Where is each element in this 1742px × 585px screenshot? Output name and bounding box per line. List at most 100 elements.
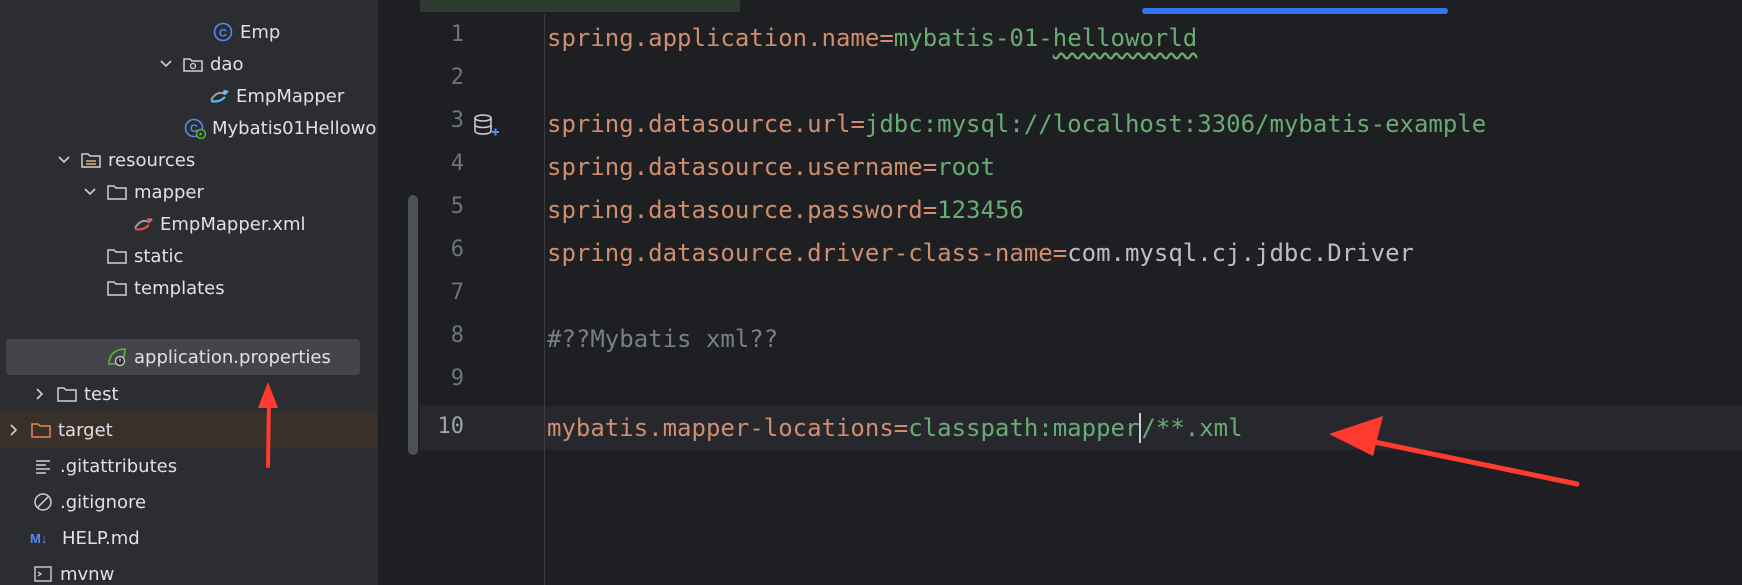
- class-icon: C: [212, 21, 234, 43]
- database-icon[interactable]: [472, 112, 500, 144]
- resources-folder-icon: [80, 149, 102, 171]
- chevron-down-icon[interactable]: [56, 152, 72, 168]
- gutter-separator: [544, 0, 545, 585]
- property-value: mybatis-01-: [893, 24, 1053, 52]
- code-line-8[interactable]: #??Mybatis xml??: [547, 319, 1742, 359]
- property-value: /**.xml: [1141, 414, 1243, 442]
- equals-sign: =: [1052, 239, 1068, 267]
- equals-sign: =: [922, 153, 938, 181]
- property-key: spring.datasource.driver-class-name: [547, 239, 1053, 267]
- line-number-active: 10: [437, 414, 465, 439]
- code-line-1[interactable]: spring.application.name = mybatis-01- hello…: [547, 18, 1742, 58]
- svg-text:C: C: [219, 28, 227, 40]
- tree-item-label: .gitignore: [60, 491, 147, 513]
- tree-item-label: mvnw: [60, 563, 115, 585]
- equals-sign: =: [879, 24, 894, 52]
- tree-item-label: Mybatis01Helloworld: [212, 117, 378, 139]
- tree-item-mapper[interactable]: mapper: [0, 174, 378, 210]
- code-line-4[interactable]: spring.datasource.username = root: [547, 147, 1742, 187]
- chevron-down-icon[interactable]: [82, 184, 98, 200]
- markdown-icon: M↓: [30, 527, 56, 549]
- property-value: jdbc:mysql://localhost:3306/mybatis-exam…: [864, 110, 1487, 138]
- tree-item-templates[interactable]: templates: [0, 270, 378, 306]
- tree-item-label: .gitattributes: [60, 455, 178, 477]
- editor-tab-strip: [420, 0, 1742, 14]
- sidebar-scrollbar[interactable]: [408, 195, 418, 455]
- tree-item-label: test: [84, 383, 119, 405]
- ignore-icon: [32, 491, 54, 513]
- property-value: classpath:mapper: [908, 414, 1140, 442]
- property-value-typo: helloworld: [1052, 24, 1198, 52]
- tree-item-empmapper-xml[interactable]: EmpMapper.xml: [0, 206, 378, 242]
- property-key: spring.datasource.password: [547, 196, 923, 224]
- tree-item-application-properties[interactable]: application.properties: [6, 339, 360, 375]
- line-number: 3: [450, 108, 464, 133]
- code-line-10[interactable]: mybatis.mapper-locations = classpath:mappe…: [547, 408, 1742, 448]
- tree-item-mybatis01helloworld[interactable]: C Mybatis01Helloworld: [0, 110, 378, 146]
- property-key: mybatis.mapper-locations: [547, 414, 894, 442]
- property-value: 123456: [937, 196, 1024, 224]
- property-value: root: [937, 153, 995, 181]
- equals-sign: =: [893, 414, 909, 442]
- tree-item-gitattributes[interactable]: .gitattributes: [0, 448, 378, 484]
- tree-item-label: resources: [108, 149, 196, 171]
- mybatis-mapper-icon: [208, 85, 230, 107]
- line-number: 1: [450, 22, 464, 47]
- line-number: 9: [450, 366, 464, 391]
- tree-item-label: HELP.md: [62, 527, 140, 549]
- tree-item-label: dao: [210, 53, 244, 75]
- comment: #??Mybatis xml??: [547, 325, 779, 353]
- tree-item-static[interactable]: static: [0, 238, 378, 274]
- property-value: com.mysql.cj.jdbc.Driver: [1067, 239, 1414, 267]
- folder-icon: [56, 383, 78, 405]
- folder-icon: [106, 181, 128, 203]
- spring-properties-icon: [106, 346, 128, 368]
- tab-indicator-inactive: [420, 0, 740, 12]
- line-gutter: 1 2 3 4 5 6 7 8 9 10: [420, 0, 544, 585]
- tree-item-label: application.properties: [134, 346, 331, 368]
- tree-item-label: mapper: [134, 181, 204, 203]
- tab-indicator-active: [1142, 8, 1448, 14]
- package-icon: [182, 53, 204, 75]
- property-key: spring.application.name: [547, 24, 880, 52]
- tree-item-test[interactable]: test: [0, 376, 378, 412]
- mybatis-xml-icon: [132, 213, 154, 235]
- code-line-3[interactable]: spring.datasource.url = jdbc:mysql://local…: [547, 104, 1742, 144]
- chevron-right-icon[interactable]: [6, 422, 22, 438]
- equals-sign: =: [922, 196, 938, 224]
- code-line-5[interactable]: spring.datasource.password = 123456: [547, 190, 1742, 230]
- project-tree-panel: C Emp dao EmpMapper C Mybatis01Helloworl…: [0, 0, 378, 585]
- spring-app-icon: C: [184, 117, 206, 139]
- property-key: spring.datasource.url: [547, 110, 851, 138]
- folder-icon: [106, 277, 128, 299]
- tree-item-target[interactable]: target: [0, 412, 378, 448]
- tree-item-empmapper[interactable]: EmpMapper: [0, 78, 378, 114]
- line-number: 5: [450, 194, 464, 219]
- chevron-down-icon[interactable]: [158, 56, 174, 72]
- tree-item-gitignore[interactable]: .gitignore: [0, 484, 378, 520]
- line-number: 4: [450, 151, 464, 176]
- folder-icon: [106, 245, 128, 267]
- tree-item-label: static: [134, 245, 184, 267]
- code-editor[interactable]: 1 2 3 4 5 6 7 8 9 10 spring.application.…: [420, 0, 1742, 585]
- tree-item-label: target: [58, 419, 113, 441]
- line-number: 7: [450, 280, 464, 305]
- line-number: 8: [450, 323, 464, 348]
- tree-item-resources[interactable]: resources: [0, 142, 378, 178]
- tree-item-mvnw[interactable]: mvnw: [0, 556, 378, 585]
- tree-item-help-md[interactable]: M↓ HELP.md: [0, 520, 378, 556]
- excluded-folder-icon: [30, 419, 52, 441]
- equals-sign: =: [850, 110, 865, 138]
- tree-item-label: EmpMapper.xml: [160, 213, 306, 235]
- text-lines-icon: [32, 455, 54, 477]
- code-line-6[interactable]: spring.datasource.driver-class-name = com.…: [547, 233, 1742, 273]
- tree-item-emp[interactable]: C Emp: [0, 14, 378, 50]
- tree-item-dao[interactable]: dao: [0, 46, 378, 82]
- tree-item-label: EmpMapper: [236, 85, 345, 107]
- tree-item-label: templates: [134, 277, 225, 299]
- terminal-icon: [32, 563, 54, 585]
- svg-text:M↓: M↓: [30, 531, 47, 546]
- line-number: 2: [450, 65, 464, 90]
- line-number: 6: [450, 237, 464, 262]
- chevron-right-icon[interactable]: [32, 386, 48, 402]
